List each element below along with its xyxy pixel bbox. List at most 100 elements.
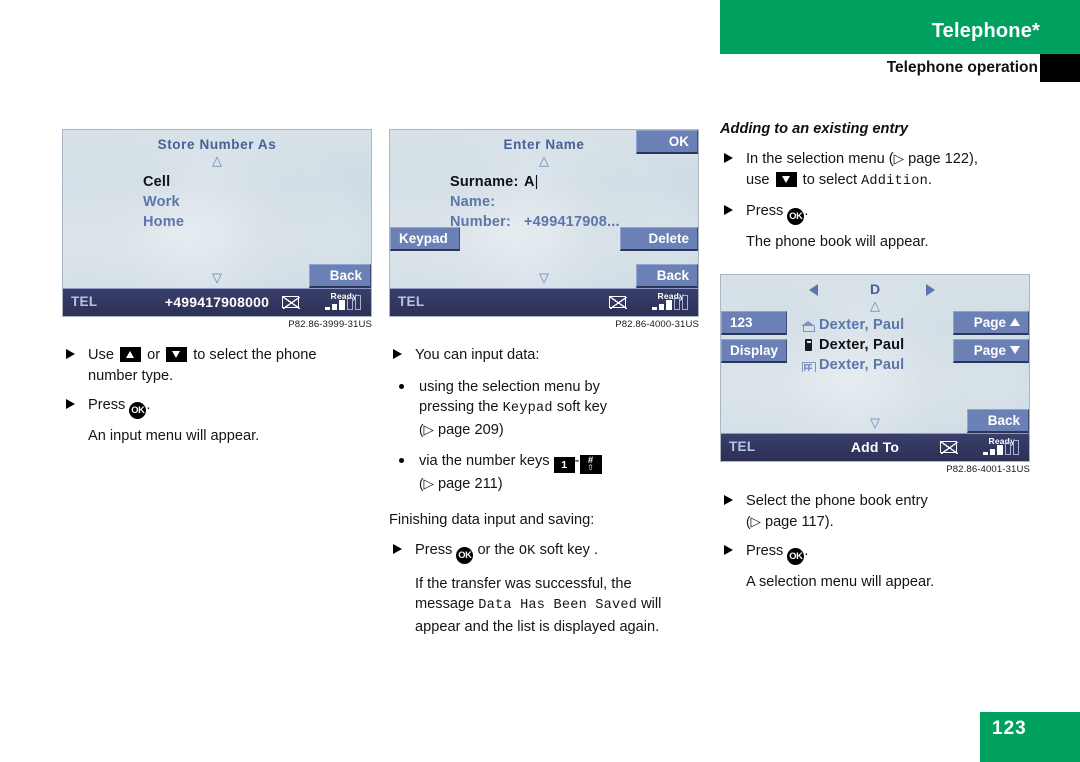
left-column: Use or to select the phone number type. … — [62, 336, 382, 447]
page-ref-icon: (▷ — [419, 421, 434, 437]
page-ref-211: page 211) — [437, 475, 503, 492]
softkey-keypad[interactable]: Keypad — [390, 227, 460, 251]
result-line2a: message — [415, 596, 475, 612]
softkey-back[interactable]: Back — [309, 264, 371, 288]
menu-item-home[interactable]: Home — [143, 212, 184, 232]
mobile-icon — [801, 338, 815, 352]
softkey-delete[interactable]: Delete — [620, 227, 698, 251]
arrow-down-key-icon — [166, 347, 188, 362]
page-ref-209: page 209) — [437, 421, 504, 438]
figure-caption-1: P82.86-3999-31US — [288, 319, 372, 330]
step-text-a: Press — [88, 397, 126, 413]
nav-letter-label: D — [869, 281, 881, 297]
softkey-page-up[interactable]: Page — [953, 311, 1029, 335]
sub-bullet-line2b: soft key — [556, 399, 608, 415]
step-text-b: . — [146, 397, 151, 413]
step-text-a: Press — [415, 541, 453, 558]
page-edge-tab — [1040, 54, 1080, 82]
step-result-note: An input menu will appear. — [88, 428, 260, 444]
sub-bullet: using the selection menu by pressing the… — [389, 377, 714, 441]
screenshot-enter-name: Enter Name △ OK Surname: A| Name: Number:… — [389, 129, 699, 317]
step-text-a: Select the phone book entry — [746, 493, 928, 509]
ok-key-icon: OK — [456, 546, 474, 564]
scroll-down-icon: ▽ — [539, 270, 549, 285]
field-name-label: Name: — [450, 194, 496, 210]
softkey-123[interactable]: 123 — [721, 311, 787, 335]
step-text-a: Press — [746, 203, 784, 219]
sub-bullet: via the number keys 1- # ⇧ (▷ page 211) — [389, 451, 714, 494]
menu-item-work[interactable]: Work — [143, 192, 184, 212]
step-text-c: soft key . — [539, 541, 599, 558]
subsection-heading: Finishing data input and saving: — [389, 512, 595, 528]
step-marker-icon — [393, 349, 402, 359]
screen1-body: Store Number As △ Cell Work Home ▽ Back — [63, 130, 371, 288]
chapter-title: Telephone* — [931, 20, 1040, 42]
page-number: 123 — [992, 718, 1027, 739]
home-icon — [801, 318, 815, 332]
screen1-menu: Cell Work Home — [143, 172, 184, 232]
instruction-step: Use or to select the phone number type. — [62, 345, 382, 386]
middle-column: You can input data: using the selection … — [389, 336, 714, 637]
step-text-c: to select — [802, 171, 858, 188]
statusbar-mode-label: TEL — [398, 294, 425, 309]
softkey-back[interactable]: Back — [636, 264, 698, 288]
softkey-reference: OK — [518, 543, 536, 559]
screenshot-store-number-as: Store Number As △ Cell Work Home ▽ Back … — [62, 129, 372, 317]
scroll-up-icon: △ — [870, 298, 880, 313]
field-surname-label: Surname: — [450, 174, 519, 190]
office-icon — [801, 358, 816, 372]
envelope-icon — [940, 441, 958, 454]
step-result-note: The phone book will appear. — [746, 234, 929, 250]
figure-caption-2: P82.86-4000-31US — [615, 319, 699, 330]
step-text-a: In the selection menu ( — [746, 151, 894, 167]
result-line3: appear and the list is displayed again. — [415, 618, 660, 635]
sub-bullet-line1: via the number keys — [419, 453, 550, 469]
scroll-down-icon: ▽ — [212, 270, 222, 285]
instruction-step: Press OK. — [720, 201, 1040, 225]
softkey-page-down[interactable]: Page — [953, 339, 1029, 363]
bullet-dot-icon — [399, 383, 404, 389]
instruction-step: In the selection menu (▷ page 122), use … — [720, 149, 1040, 192]
result-line2b: will — [641, 596, 662, 612]
instruction-step: You can input data: — [389, 345, 714, 366]
field-name[interactable]: Name: — [450, 192, 620, 212]
envelope-icon — [609, 296, 627, 309]
list-item[interactable]: Dexter, Paul — [801, 335, 904, 355]
softkey-page-down-label: Page — [973, 343, 1006, 358]
softkey-display[interactable]: Display — [721, 339, 787, 363]
screen1-statusbar: TEL +499417908000 Ready — [63, 288, 371, 316]
ok-key-icon: OK — [787, 208, 805, 225]
screenshot-phone-book: D △ 123 Display Dexter, Paul Dexter, Pau… — [720, 274, 1030, 462]
signal-bars-icon — [325, 295, 361, 310]
page-ref-117: page 117). — [764, 513, 834, 530]
step-text-b: or the — [477, 541, 515, 558]
softkey-ok[interactable]: OK — [636, 130, 698, 154]
field-number-label: Number: — [450, 214, 512, 230]
page-ref-icon: ▷ — [893, 151, 905, 166]
step-text-b: or — [147, 347, 161, 363]
step-text-d: . — [927, 171, 933, 188]
figure-caption-3: P82.86-4001-31US — [946, 464, 1030, 475]
screen3-statusbar: TEL Add To Ready — [721, 433, 1029, 461]
sub-bullet-line1: using the selection menu by — [419, 378, 600, 395]
field-surname[interactable]: Surname: A| — [450, 172, 620, 192]
step-marker-icon — [724, 153, 733, 163]
nav-next-icon[interactable] — [926, 284, 935, 296]
page-ref-icon: (▷ — [419, 475, 434, 491]
menu-item-cell[interactable]: Cell — [143, 172, 184, 192]
screen2-statusbar: TEL Ready — [390, 288, 698, 316]
field-number[interactable]: Number: +499417908... — [450, 212, 620, 232]
page-ref-122: page 122), — [908, 151, 978, 167]
step-marker-icon — [66, 399, 75, 409]
page-ref-icon: (▷ — [746, 513, 761, 529]
field-surname-value: A — [524, 174, 535, 190]
step-text-d: number type. — [88, 367, 174, 384]
list-item[interactable]: Dexter, Paul — [801, 315, 904, 335]
step-result-note: If the transfer was successful, the mess… — [389, 574, 714, 638]
step-marker-icon — [393, 543, 402, 554]
scroll-up-icon: △ — [212, 153, 222, 168]
softkey-back[interactable]: Back — [967, 409, 1029, 433]
step-marker-icon — [724, 205, 733, 215]
arrow-up-icon — [1010, 318, 1020, 326]
list-item[interactable]: Dexter, Paul — [801, 355, 904, 375]
